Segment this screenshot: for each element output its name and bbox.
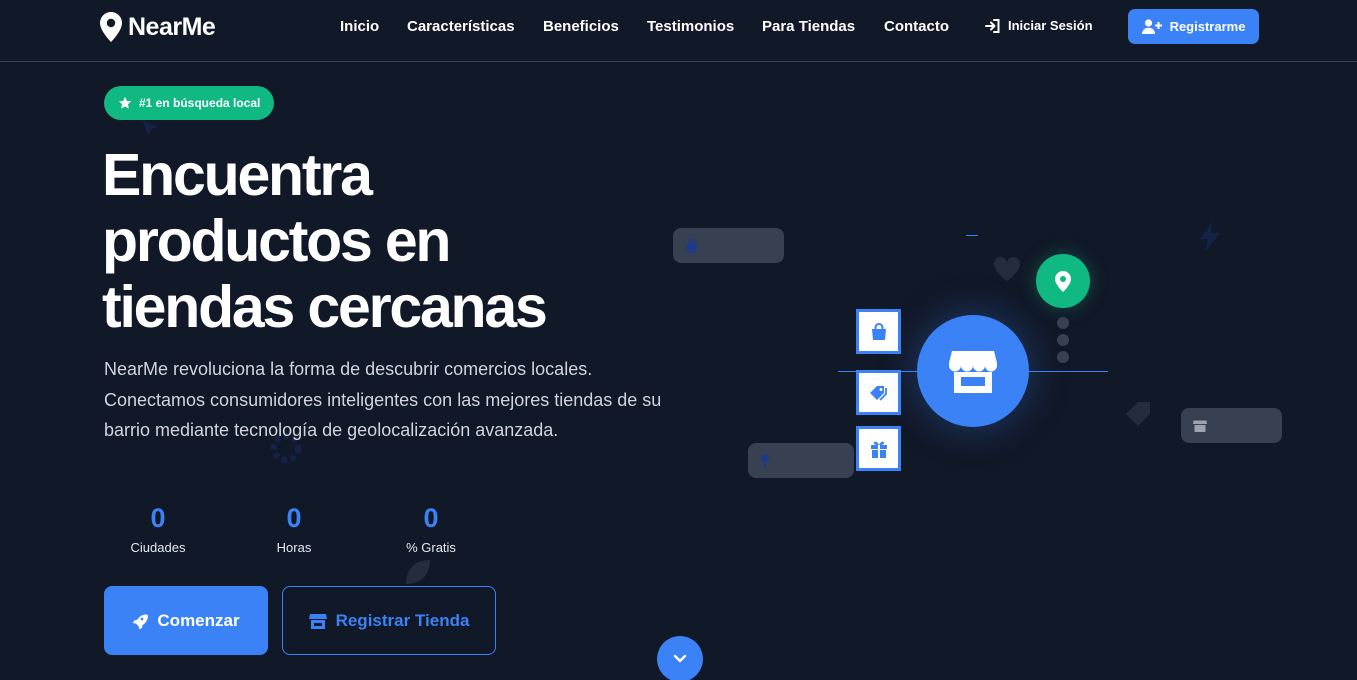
shopping-bag-icon bbox=[686, 238, 697, 253]
navbar: NearMe Inicio Características Beneficios… bbox=[0, 0, 1357, 62]
gift-tile bbox=[856, 426, 901, 471]
path-dot bbox=[1057, 317, 1069, 329]
login-link[interactable]: Iniciar Sesión bbox=[985, 18, 1093, 33]
start-button-label: Comenzar bbox=[157, 610, 240, 630]
brand-name: NearMe bbox=[128, 12, 216, 41]
map-pin-icon bbox=[761, 454, 769, 468]
stat-label: Ciudades bbox=[130, 540, 186, 555]
rocket-icon bbox=[133, 613, 149, 629]
login-label: Iniciar Sesión bbox=[1008, 18, 1093, 33]
stat-value: 0 bbox=[150, 503, 166, 533]
floating-chip bbox=[673, 228, 784, 263]
shopping-bag-icon bbox=[871, 322, 886, 340]
brand-logo[interactable]: NearMe bbox=[100, 12, 216, 42]
register-button[interactable]: Registrarme bbox=[1128, 9, 1259, 44]
leaf-icon bbox=[406, 560, 430, 584]
store-hub bbox=[917, 315, 1029, 427]
store-icon bbox=[308, 613, 327, 629]
stat-ciudades: 0 Ciudades bbox=[103, 502, 213, 555]
chevron-down-icon bbox=[673, 654, 687, 663]
start-button[interactable]: Comenzar bbox=[104, 586, 268, 655]
path-dot bbox=[1057, 334, 1069, 346]
map-marker-icon bbox=[100, 12, 122, 42]
tags-icon bbox=[869, 385, 887, 401]
path-dot bbox=[1057, 351, 1069, 363]
sign-in-icon bbox=[985, 18, 1000, 33]
stat-gratis: 0 % Gratis bbox=[376, 502, 486, 555]
map-pin-icon bbox=[1055, 270, 1071, 292]
store-icon bbox=[1193, 420, 1207, 432]
nav-link-testimonios[interactable]: Testimonios bbox=[647, 18, 734, 35]
nav-link-inicio[interactable]: Inicio bbox=[340, 18, 379, 35]
tags-tile bbox=[856, 370, 901, 415]
bolt-icon bbox=[1200, 222, 1220, 252]
stat-label: Horas bbox=[276, 540, 312, 555]
stat-value: 0 bbox=[423, 503, 439, 533]
nav-link-para-tiendas[interactable]: Para Tiendas bbox=[762, 18, 855, 35]
store-icon bbox=[949, 351, 997, 393]
stat-value: 0 bbox=[286, 503, 302, 533]
tag-icon bbox=[1126, 402, 1150, 426]
hero-headline-line: productos en bbox=[102, 208, 451, 274]
stat-label: % Gratis bbox=[406, 540, 456, 555]
hero-headline-line: tiendas cercanas bbox=[102, 274, 548, 340]
nav-link-contacto[interactable]: Contacto bbox=[884, 18, 949, 35]
register-label: Registrarme bbox=[1169, 19, 1246, 34]
gift-icon bbox=[870, 441, 887, 458]
shopping-bag-tile bbox=[856, 309, 901, 354]
hero-badge: #1 en búsqueda local bbox=[104, 86, 275, 120]
hero-badge-label: #1 en búsqueda local bbox=[139, 96, 261, 110]
floating-chip bbox=[748, 443, 854, 478]
nav-link-beneficios[interactable]: Beneficios bbox=[543, 18, 619, 35]
stat-horas: 0 Horas bbox=[239, 502, 349, 555]
location-pin bbox=[1036, 254, 1090, 308]
decorative-line bbox=[966, 235, 978, 236]
nav-link-caracteristicas[interactable]: Características bbox=[407, 18, 515, 35]
send-icon bbox=[142, 120, 158, 136]
register-store-label: Registrar Tienda bbox=[335, 610, 470, 630]
hero-description: NearMe revoluciona la forma de descubrir… bbox=[104, 359, 662, 440]
hero-headline-line: Encuentra bbox=[102, 142, 373, 208]
heart-icon bbox=[993, 256, 1021, 281]
register-store-button[interactable]: Registrar Tienda bbox=[282, 586, 496, 655]
scroll-down-button[interactable] bbox=[657, 636, 703, 680]
star-icon bbox=[118, 96, 132, 109]
hero-headline: Encuentra productos en tiendas cercanas bbox=[102, 142, 662, 340]
floating-chip bbox=[1181, 408, 1282, 443]
user-plus-icon bbox=[1141, 19, 1162, 34]
